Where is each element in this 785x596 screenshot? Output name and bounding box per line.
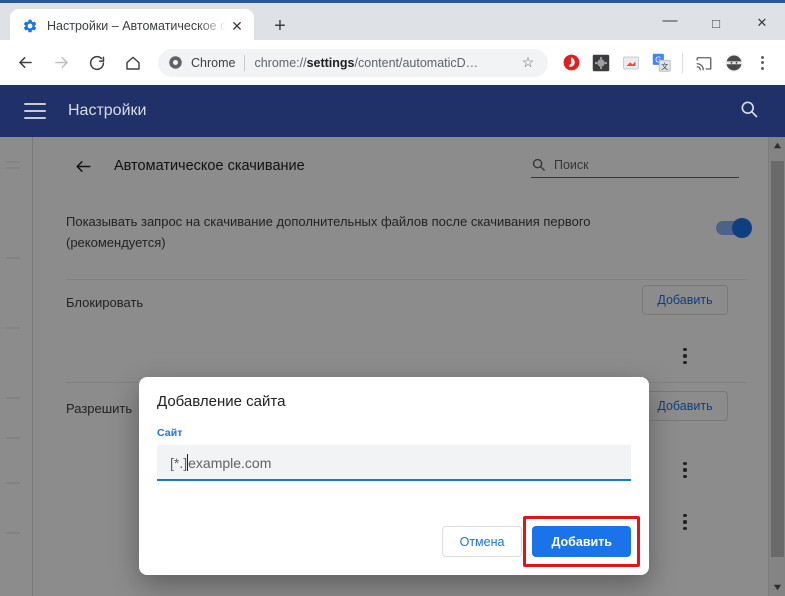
search-input[interactable]: Поиск: [554, 158, 589, 172]
tab-strip: Настройки – Автоматическое ск ✕ + — □ ✕: [0, 0, 785, 43]
subpage-header: Автоматическое скачивание: [72, 155, 305, 177]
reload-icon[interactable]: [82, 48, 112, 78]
minimize-button[interactable]: —: [647, 3, 693, 43]
tab-title: Настройки – Автоматическое ск: [47, 19, 226, 33]
add-site-button-allow[interactable]: Добавить: [642, 391, 728, 421]
add-button[interactable]: Добавить: [532, 526, 631, 557]
browser-toolbar: Chrome chrome://settings/content/automat…: [0, 40, 785, 85]
cast-icon[interactable]: [690, 49, 718, 77]
hamburger-menu-icon[interactable]: [24, 103, 46, 119]
preference-label: Показывать запрос на скачивание дополнит…: [66, 214, 591, 250]
address-bar[interactable]: Chrome chrome://settings/content/automat…: [158, 48, 548, 77]
google-translate-extension-icon[interactable]: G文: [647, 49, 675, 77]
window-controls: — □ ✕: [647, 3, 785, 43]
url-bold: settings: [306, 55, 355, 70]
omnibox-chip-label: Chrome: [191, 55, 236, 70]
cancel-button[interactable]: Отмена: [441, 526, 523, 557]
text-caret: [187, 453, 189, 471]
bookmark-star-icon[interactable]: ☆: [518, 54, 538, 71]
settings-header: Настройки: [0, 85, 785, 137]
settings-sidebar-rail[interactable]: [0, 137, 33, 596]
settings-title: Настройки: [68, 102, 147, 119]
new-tab-button[interactable]: +: [266, 12, 294, 40]
section-heading-allow: Разрешить: [66, 401, 133, 416]
scroll-up-arrow-icon[interactable]: [769, 137, 785, 154]
auto-download-preference-row: Показывать запрос на скачивание дополнит…: [66, 211, 752, 253]
vertical-scrollbar[interactable]: [768, 137, 785, 596]
add-site-button-block[interactable]: Добавить: [642, 285, 728, 315]
dialog-title: Добавление сайта: [157, 393, 286, 410]
site-field-label: Сайт: [157, 427, 183, 439]
settings-page-body: Автоматическое скачивание Поиск Показыва…: [0, 137, 785, 596]
section-heading-block: Блокировать: [66, 295, 144, 310]
submit-button-wrapper: Добавить: [523, 516, 640, 567]
browser-window: Настройки – Автоматическое ск ✕ + — □ ✕ …: [0, 0, 785, 596]
profile-avatar[interactable]: [720, 49, 748, 77]
auto-download-toggle[interactable]: [716, 218, 752, 238]
toolbar-divider: [682, 52, 683, 73]
divider: [66, 279, 746, 280]
dialog-actions: Отмена Добавить: [441, 516, 640, 567]
url-suffix: /content/automaticD…: [354, 55, 479, 70]
browser-tab[interactable]: Настройки – Автоматическое ск ✕: [10, 9, 254, 43]
close-button[interactable]: ✕: [739, 3, 785, 43]
omnibox-divider: [244, 54, 246, 71]
extensions-area: G文: [556, 49, 785, 77]
back-icon[interactable]: [10, 48, 40, 78]
three-dot-menu-icon[interactable]: [749, 49, 775, 77]
scrollbar-thumb[interactable]: [771, 161, 784, 557]
omnibox-url: chrome://settings/content/automaticD…: [254, 56, 518, 70]
gear-icon: [22, 18, 38, 34]
close-icon[interactable]: ✕: [228, 17, 246, 35]
maximize-button[interactable]: □: [693, 3, 739, 43]
scroll-down-arrow-icon[interactable]: [769, 579, 785, 596]
forward-icon: [46, 48, 76, 78]
adblock-extension-icon[interactable]: [557, 49, 585, 77]
row-menu-icon[interactable]: [674, 509, 696, 535]
pocket-extension-icon[interactable]: [617, 49, 645, 77]
settings-search-box[interactable]: Поиск: [531, 157, 739, 178]
page-title: Автоматическое скачивание: [114, 158, 305, 174]
row-menu-icon[interactable]: [674, 457, 696, 483]
svg-text:文: 文: [661, 62, 668, 71]
header-search-icon[interactable]: [739, 99, 759, 124]
home-icon[interactable]: [118, 48, 148, 78]
add-site-dialog: Добавление сайта Сайт [*.]example.com От…: [139, 377, 649, 575]
back-arrow-icon[interactable]: [72, 155, 94, 177]
row-menu-icon[interactable]: [674, 343, 696, 369]
site-input-placeholder: [*.]example.com: [170, 453, 272, 471]
chrome-shield-icon: [168, 55, 184, 71]
site-input[interactable]: [*.]example.com: [157, 445, 631, 481]
url-prefix: chrome://: [254, 55, 307, 70]
dark-extension-icon[interactable]: [587, 49, 615, 77]
search-icon: [531, 157, 546, 172]
